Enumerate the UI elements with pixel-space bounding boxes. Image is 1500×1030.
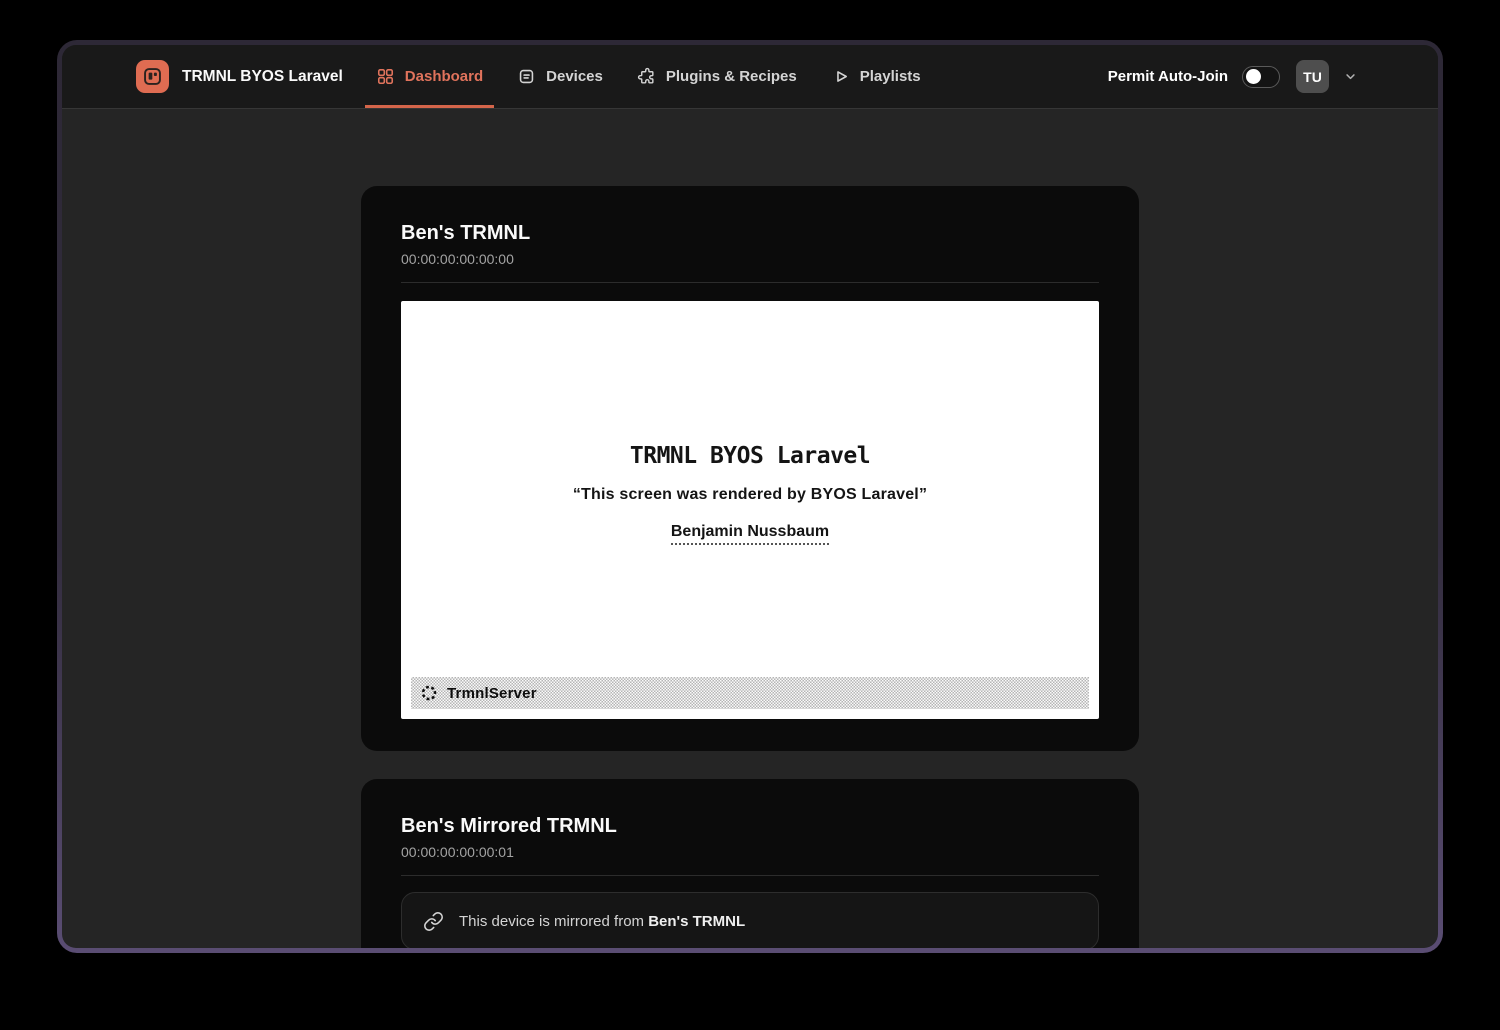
mirror-info: This device is mirrored from Ben's TRMNL (401, 892, 1099, 948)
device-name: Ben's Mirrored TRMNL (401, 813, 1099, 839)
top-navbar: TRMNL BYOS Laravel Dashboard (62, 45, 1438, 109)
tab-devices[interactable]: Devices (506, 45, 614, 108)
window-body: TRMNL BYOS Laravel Dashboard (62, 45, 1438, 948)
device-mac-address: 00:00:00:00:00:00 (401, 249, 1099, 269)
screen-status-label: TrmnlServer (447, 685, 537, 702)
screen-quote: “This screen was rendered by BYOS Larave… (573, 486, 927, 504)
permit-auto-join-label: Permit Auto-Join (1108, 68, 1228, 85)
tab-label: Dashboard (405, 68, 483, 85)
mirror-source-device: Ben's TRMNL (648, 913, 745, 930)
screen-title: TRMNL BYOS Laravel (630, 443, 870, 469)
divider (401, 875, 1099, 876)
spinner-icon (420, 684, 438, 702)
device-card: Ben's Mirrored TRMNL 00:00:00:00:00:01 T… (361, 779, 1139, 948)
navbar-left: TRMNL BYOS Laravel Dashboard (136, 45, 932, 108)
screen-content: TRMNL BYOS Laravel “This screen was rend… (411, 311, 1089, 677)
mirror-note-prefix: This device is mirrored from (459, 913, 648, 930)
permit-auto-join-toggle[interactable] (1242, 66, 1280, 88)
tab-label: Plugins & Recipes (666, 68, 797, 85)
devices-icon (517, 67, 536, 86)
chevron-down-icon[interactable] (1343, 69, 1358, 84)
main-nav: Dashboard Devices (365, 45, 932, 108)
dashboard-content: Ben's TRMNL 00:00:00:00:00:00 TRMNL BYOS… (62, 109, 1438, 948)
app-window: TRMNL BYOS Laravel Dashboard (57, 40, 1443, 953)
play-icon (831, 67, 850, 86)
tab-label: Devices (546, 68, 603, 85)
device-name: Ben's TRMNL (401, 220, 1099, 246)
app-title: TRMNL BYOS Laravel (182, 68, 343, 86)
dashboard-grid-icon (376, 67, 395, 86)
brand[interactable]: TRMNL BYOS Laravel (136, 45, 343, 108)
divider (401, 282, 1099, 283)
mirror-note: This device is mirrored from Ben's TRMNL (459, 913, 745, 930)
navbar-right: Permit Auto-Join TU (1108, 45, 1358, 108)
tab-playlists[interactable]: Playlists (820, 45, 932, 108)
user-avatar[interactable]: TU (1296, 60, 1329, 93)
device-mac-address: 00:00:00:00:00:01 (401, 842, 1099, 862)
toggle-knob (1246, 69, 1261, 84)
tab-label: Playlists (860, 68, 921, 85)
trmnl-logo-icon (136, 60, 169, 93)
tab-plugins-recipes[interactable]: Plugins & Recipes (626, 45, 808, 108)
device-screen-preview: TRMNL BYOS Laravel “This screen was rend… (401, 301, 1099, 719)
puzzle-icon (637, 67, 656, 86)
screen-author: Benjamin Nussbaum (671, 523, 829, 545)
screen-status-bar: TrmnlServer (411, 677, 1089, 709)
device-card: Ben's TRMNL 00:00:00:00:00:00 TRMNL BYOS… (361, 186, 1139, 751)
link-icon (423, 911, 444, 932)
tab-dashboard[interactable]: Dashboard (365, 45, 494, 108)
